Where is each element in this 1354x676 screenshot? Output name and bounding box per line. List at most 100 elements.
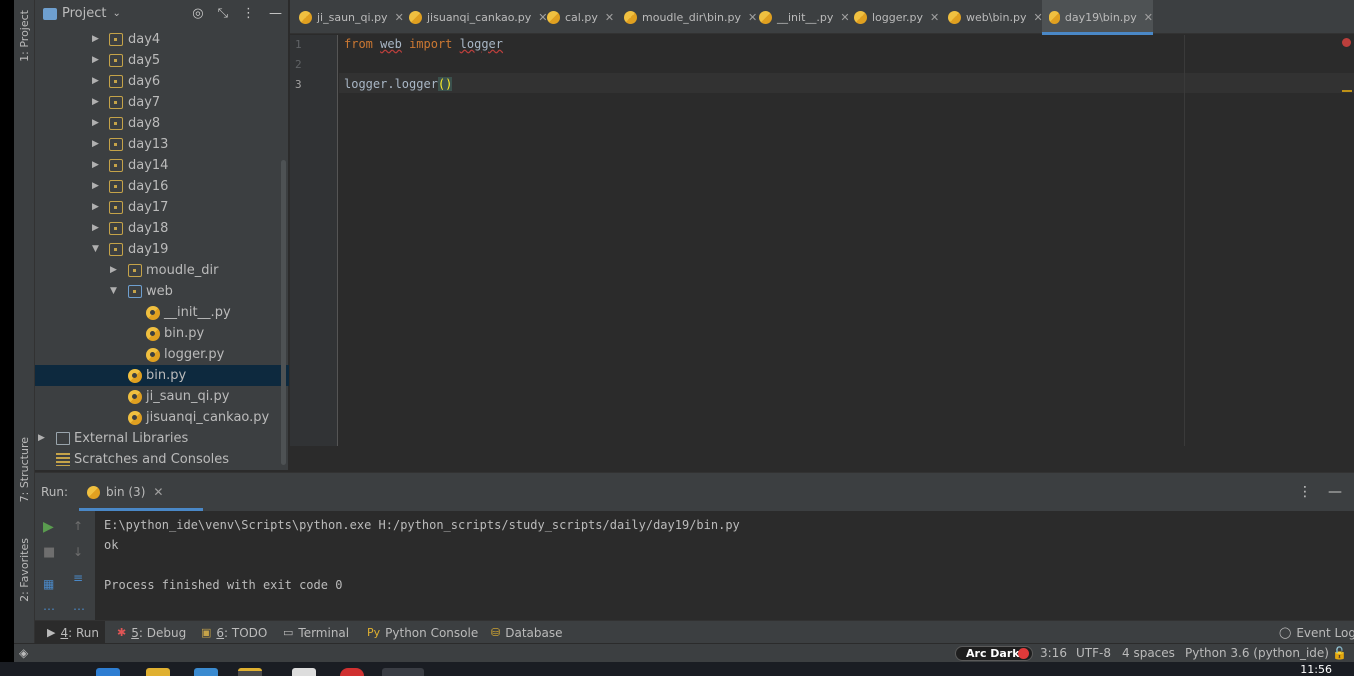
tab-day19-bin[interactable]: day19\bin.py ✕ <box>1042 0 1153 35</box>
caret-position[interactable]: 3:16 <box>1040 644 1067 663</box>
soft-wrap-icon[interactable]: ≡ <box>73 571 83 585</box>
tree-item-init-py[interactable]: __init__.py <box>35 302 289 323</box>
tree-item-ji-saun-qi-py[interactable]: ji_saun_qi.py <box>35 386 289 407</box>
tree-item-day8[interactable]: ▶ day8 <box>35 113 289 134</box>
close-icon[interactable]: ✕ <box>1144 11 1153 24</box>
tree-item-jisuanqi-cankao-py[interactable]: jisuanqi_cankao.py <box>35 407 289 428</box>
file-encoding[interactable]: UTF-8 <box>1076 644 1111 663</box>
arrow-up-icon[interactable]: ↑ <box>73 519 83 533</box>
close-icon[interactable]: ✕ <box>930 11 939 24</box>
expand-arrow-icon[interactable]: ▶ <box>92 134 102 155</box>
collapse-arrow-icon[interactable]: ▼ <box>92 239 102 260</box>
tree-item-label: day17 <box>128 200 169 215</box>
target-icon[interactable]: ◎ <box>192 6 203 21</box>
tab-init[interactable]: __init__.py ✕ <box>752 0 850 34</box>
expand-arrow-icon[interactable]: ▶ <box>92 92 102 113</box>
tool-tab-todo[interactable]: ▣ 6: TODO <box>201 621 267 644</box>
layout-icon[interactable]: ▦ <box>43 577 54 591</box>
tree-item-logger-py[interactable]: logger.py <box>35 344 289 365</box>
tree-item-external-libraries[interactable]: ▶ External Libraries <box>35 428 289 449</box>
run-console-output[interactable]: E:\python_ide\venv\Scripts\python.exe H:… <box>104 515 740 595</box>
tree-item-day16[interactable]: ▶ day16 <box>35 176 289 197</box>
collapse-arrow-icon[interactable]: ▼ <box>110 281 120 302</box>
app-icon[interactable] <box>340 668 364 676</box>
app-icon[interactable] <box>238 668 262 676</box>
expand-arrow-icon[interactable]: ▶ <box>92 197 102 218</box>
project-scrollbar[interactable] <box>281 160 286 465</box>
expand-arrow-icon[interactable]: ▶ <box>110 260 120 281</box>
tool-tab-database[interactable]: ⛁ Database <box>491 621 562 644</box>
tree-item-label: day6 <box>128 74 161 89</box>
expand-arrow-icon[interactable]: ▶ <box>92 113 102 134</box>
warning-marker[interactable] <box>1342 90 1352 92</box>
rerun-icon[interactable]: ▶ <box>43 519 54 535</box>
app-icon[interactable] <box>292 668 316 676</box>
favorites-tool-tab[interactable]: 2: Favorites <box>14 528 35 612</box>
tree-item-scratches[interactable]: Scratches and Consoles <box>35 449 289 470</box>
tab-ji-saun-qi[interactable]: ji_saun_qi.py ✕ <box>292 0 404 34</box>
tree-item-day17[interactable]: ▶ day17 <box>35 197 289 218</box>
minimize-icon[interactable]: — <box>1328 484 1342 500</box>
line-number-gutter: 1 2 3 <box>290 35 338 446</box>
expand-arrow-icon[interactable]: ▶ <box>38 428 48 449</box>
arrow-down-icon[interactable]: ↓ <box>73 545 83 559</box>
tree-item-web-bin-py[interactable]: bin.py <box>35 323 289 344</box>
tool-tab-run[interactable]: ▶ 4: Run <box>35 621 105 644</box>
folder-app-icon[interactable] <box>146 668 170 676</box>
project-view-selector[interactable]: Project <box>62 6 106 21</box>
run-tab-bin[interactable]: bin (3) ✕ <box>79 473 203 511</box>
expand-arrow-icon[interactable]: ▶ <box>92 176 102 197</box>
tree-item-day18[interactable]: ▶ day18 <box>35 218 289 239</box>
tool-tab-python-console[interactable]: Py Python Console <box>367 621 478 644</box>
expand-arrow-icon[interactable]: ▶ <box>92 71 102 92</box>
tree-item-day14[interactable]: ▶ day14 <box>35 155 289 176</box>
app-icon[interactable] <box>194 668 218 676</box>
python-interpreter[interactable]: Python 3.6 (python_ide) <box>1185 644 1329 663</box>
error-indicator-icon[interactable] <box>1342 38 1351 47</box>
tool-tab-terminal[interactable]: ▭ Terminal <box>283 621 349 644</box>
close-icon[interactable]: ✕ <box>153 485 163 499</box>
code-editor[interactable]: 1 2 3 from web import logger logger.logg… <box>290 35 1354 446</box>
expand-arrow-icon[interactable]: ▶ <box>92 218 102 239</box>
expand-arrow-icon[interactable]: ▶ <box>92 50 102 71</box>
tree-item-day7[interactable]: ▶ day7 <box>35 92 289 113</box>
more-dots-icon[interactable]: … <box>43 599 55 613</box>
tree-item-label: day4 <box>128 32 161 47</box>
tab-moudle-dir-bin[interactable]: moudle_dir\bin.py ✕ <box>617 0 757 34</box>
pycharm-taskbar-icon[interactable] <box>382 668 424 676</box>
expand-arrow-icon[interactable]: ▶ <box>92 29 102 50</box>
tree-item-label: day16 <box>128 179 169 194</box>
tree-item-label: Scratches and Consoles <box>74 452 230 467</box>
stop-icon[interactable]: ■ <box>43 545 55 560</box>
chevron-down-icon[interactable]: ⌄ <box>112 8 120 19</box>
tab-web-bin[interactable]: web\bin.py ✕ <box>941 0 1043 34</box>
tool-tab-event-log[interactable]: ◯ Event Log <box>1279 621 1354 644</box>
close-icon[interactable]: ✕ <box>605 11 614 24</box>
indent-setting[interactable]: 4 spaces <box>1122 644 1175 663</box>
tree-item-day4[interactable]: ▶ day4 <box>35 29 289 50</box>
system-clock[interactable]: 11:56 <box>1300 663 1332 676</box>
structure-tool-tab[interactable]: 7: Structure <box>14 428 35 512</box>
expand-arrow-icon[interactable]: ▶ <box>92 155 102 176</box>
app-icon[interactable] <box>96 668 120 676</box>
tree-item-moudle-dir[interactable]: ▶ moudle_dir <box>35 260 289 281</box>
tree-item-day19-bin-py[interactable]: bin.py <box>35 365 289 386</box>
more-icon[interactable]: ⋮ <box>1298 484 1312 500</box>
tree-item-web[interactable]: ▼ web <box>35 281 289 302</box>
collapse-icon[interactable]: ⤡ <box>218 6 228 21</box>
more-icon[interactable]: ⋮ <box>242 6 255 21</box>
layers-icon[interactable]: ◈ <box>19 644 28 663</box>
minimize-icon[interactable]: — <box>269 6 282 21</box>
tab-logger[interactable]: logger.py ✕ <box>847 0 939 34</box>
tool-tab-debug[interactable]: ✱ 5: Debug <box>117 621 186 644</box>
theme-switcher[interactable]: Arc Dark <box>955 646 1033 661</box>
tree-item-day5[interactable]: ▶ day5 <box>35 50 289 71</box>
lock-icon[interactable]: 🔓 <box>1332 644 1347 663</box>
project-tool-tab[interactable]: 1: Project <box>14 2 35 70</box>
tree-item-day19[interactable]: ▼ day19 <box>35 239 289 260</box>
tab-jisuanqi-cankao[interactable]: jisuanqi_cankao.py ✕ <box>402 0 548 34</box>
tree-item-day13[interactable]: ▶ day13 <box>35 134 289 155</box>
tab-cal[interactable]: cal.py ✕ <box>540 0 614 34</box>
tree-item-day6[interactable]: ▶ day6 <box>35 71 289 92</box>
more-dots-icon[interactable]: … <box>73 599 85 613</box>
